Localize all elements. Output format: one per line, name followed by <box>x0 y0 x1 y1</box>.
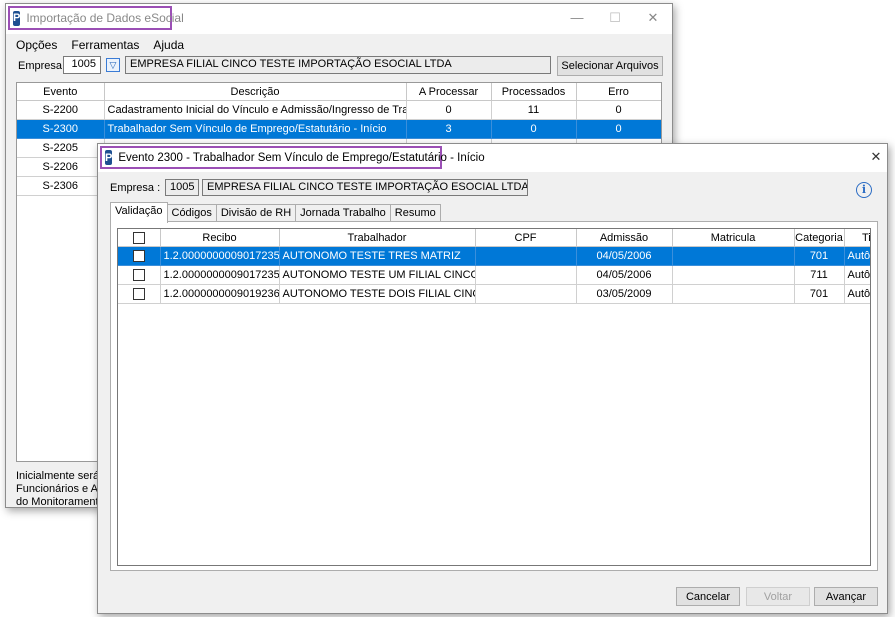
admissao-cell: 03/05/2009 <box>576 284 673 304</box>
tipo-cell: Autônomo <box>844 246 870 266</box>
erro-cell: 0 <box>576 100 661 120</box>
footer-note: Inicialmente será po Funcionários e Autô… <box>16 470 101 509</box>
processados-cell: 0 <box>491 119 577 139</box>
col-descricao[interactable]: Descrição <box>104 83 407 101</box>
menu-bar: Opções Ferramentas Ajuda <box>16 38 184 52</box>
minimize-icon[interactable]: — <box>568 10 586 25</box>
table-row[interactable]: 1.2.0000000009017235512 AUTONOMO TESTE U… <box>118 265 870 285</box>
a-processar-cell: 3 <box>406 119 492 139</box>
footer-note-line: Inicialmente será po <box>16 470 101 482</box>
col-evento[interactable]: Evento <box>17 83 105 101</box>
empresa-name-field: EMPRESA FILIAL CINCO TESTE IMPORTAÇÃO ES… <box>202 179 528 196</box>
erro-cell: 0 <box>576 119 661 139</box>
footer-note-line: Funcionários e Autô <box>16 483 101 495</box>
descricao-cell: Trabalhador Sem Vínculo de Emprego/Estat… <box>104 119 407 139</box>
main-window-title: Importação de Dados eSocial <box>26 11 184 25</box>
empresa-code-field: 1005 <box>165 179 199 196</box>
evento-cell: S-2200 <box>17 100 105 120</box>
cpf-cell <box>475 246 577 266</box>
filter-icon[interactable]: ▽ <box>106 58 120 72</box>
col-erro[interactable]: Erro <box>576 83 661 101</box>
select-files-button[interactable]: Selecionar Arquivos <box>557 56 663 76</box>
menu-opcoes[interactable]: Opções <box>16 38 57 52</box>
empresa-label: Empresa : <box>110 182 161 194</box>
admissao-cell: 04/05/2006 <box>576 265 673 285</box>
next-button[interactable]: Avançar <box>814 587 878 606</box>
col-recibo[interactable]: Recibo <box>160 229 280 247</box>
close-icon[interactable]: ✕ <box>644 10 662 26</box>
dialog-title-box: P Evento 2300 - Trabalhador Sem Vínculo … <box>100 146 485 169</box>
maximize-icon[interactable]: ☐ <box>606 10 624 26</box>
row-checkbox-cell <box>118 265 161 285</box>
select-all-checkbox[interactable] <box>132 231 145 244</box>
col-a-processar[interactable]: A Processar <box>406 83 492 101</box>
categoria-cell: 711 <box>794 265 845 285</box>
app-logo-icon: P <box>105 150 113 165</box>
row-checkbox[interactable] <box>132 288 145 301</box>
matricula-cell <box>672 284 795 304</box>
tipo-cell: Autônomo <box>844 284 870 304</box>
workers-table: Recibo Trabalhador CPF Admissão Matricul… <box>117 228 871 566</box>
tab-validacao[interactable]: Validação <box>110 202 168 223</box>
cpf-cell <box>475 265 577 285</box>
processados-cell: 11 <box>491 100 577 120</box>
empresa-name-field: EMPRESA FILIAL CINCO TESTE IMPORTAÇÃO ES… <box>125 56 551 74</box>
main-title-box: P Importação de Dados eSocial <box>8 6 184 30</box>
menu-ajuda[interactable]: Ajuda <box>153 38 184 52</box>
validacao-panel: Recibo Trabalhador CPF Admissão Matricul… <box>110 221 878 571</box>
evento-cell: S-2306 <box>17 176 105 196</box>
recibo-cell: 1.2.0000000009017235502 <box>160 246 280 266</box>
trabalhador-cell: AUTONOMO TESTE DOIS FILIAL CINCO <box>279 284 476 304</box>
menu-ferramentas[interactable]: Ferramentas <box>71 38 139 52</box>
col-select-all[interactable] <box>118 229 161 247</box>
dialog-titlebar[interactable]: P Evento 2300 - Trabalhador Sem Vínculo … <box>98 144 887 172</box>
col-processados[interactable]: Processados <box>491 83 577 101</box>
row-checkbox[interactable] <box>132 250 145 263</box>
evento-cell: S-2205 <box>17 138 105 158</box>
row-checkbox-cell <box>118 284 161 304</box>
evento-cell: S-2300 <box>17 119 105 139</box>
descricao-cell: Cadastramento Inicial do Vínculo e Admis… <box>104 100 407 120</box>
events-table-header: Evento Descrição A Processar Processados… <box>17 83 661 101</box>
col-trabalhador[interactable]: Trabalhador <box>279 229 476 247</box>
table-row[interactable]: 1.2.0000000009017235502 AUTONOMO TESTE T… <box>118 246 870 266</box>
cancel-button[interactable]: Cancelar <box>676 587 740 606</box>
table-row[interactable]: 1.2.0000000009019236502 AUTONOMO TESTE D… <box>118 284 870 304</box>
evento-cell: S-2206 <box>17 157 105 177</box>
trabalhador-cell: AUTONOMO TESTE TRES MATRIZ <box>279 246 476 266</box>
tipo-cell: Autônomo <box>844 265 870 285</box>
back-button[interactable]: Voltar <box>746 587 810 606</box>
app-logo-icon: P <box>13 10 21 26</box>
matricula-cell <box>672 246 795 266</box>
footer-note-line: do Monitoramento d <box>16 496 101 508</box>
admissao-cell: 04/05/2006 <box>576 246 673 266</box>
close-icon[interactable]: ✕ <box>867 149 885 165</box>
event-dialog: P Evento 2300 - Trabalhador Sem Vínculo … <box>97 143 888 614</box>
info-icon[interactable]: i <box>856 182 872 198</box>
table-row[interactable]: S-2300 Trabalhador Sem Vínculo de Empreg… <box>17 119 661 139</box>
col-admissao[interactable]: Admissão <box>576 229 673 247</box>
empresa-code-field[interactable]: 1005 <box>63 56 101 74</box>
cpf-cell <box>475 284 577 304</box>
categoria-cell: 701 <box>794 246 845 266</box>
col-matricula[interactable]: Matricula <box>672 229 795 247</box>
col-categoria[interactable]: Categoria <box>794 229 845 247</box>
row-checkbox-cell <box>118 246 161 266</box>
col-cpf[interactable]: CPF <box>475 229 577 247</box>
matricula-cell <box>672 265 795 285</box>
recibo-cell: 1.2.0000000009017235512 <box>160 265 280 285</box>
row-checkbox[interactable] <box>132 269 145 282</box>
main-titlebar[interactable]: P Importação de Dados eSocial — ☐ ✕ <box>6 4 672 34</box>
col-tipo[interactable]: Tipo <box>844 229 870 247</box>
trabalhador-cell: AUTONOMO TESTE UM FILIAL CINCO <box>279 265 476 285</box>
a-processar-cell: 0 <box>406 100 492 120</box>
empresa-label: Empresa : <box>18 60 69 72</box>
categoria-cell: 701 <box>794 284 845 304</box>
table-row[interactable]: S-2200 Cadastramento Inicial do Vínculo … <box>17 100 661 120</box>
workers-table-header: Recibo Trabalhador CPF Admissão Matricul… <box>118 229 870 247</box>
dialog-title: Evento 2300 - Trabalhador Sem Vínculo de… <box>118 151 485 164</box>
recibo-cell: 1.2.0000000009019236502 <box>160 284 280 304</box>
